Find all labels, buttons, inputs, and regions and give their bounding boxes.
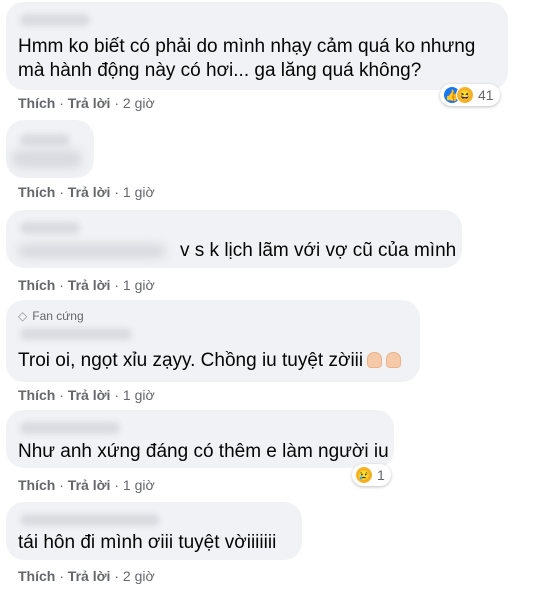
comment-timestamp[interactable]: 1 giờ <box>123 387 155 403</box>
thumbs-up-icon <box>367 352 383 368</box>
comment-actions: Thích · Trả lời · 2 giờ <box>18 568 155 584</box>
separator: · <box>59 568 64 584</box>
comment-actions: Thích · Trả lời · 1 giờ <box>18 387 155 403</box>
like-button[interactable]: Thích <box>18 477 55 493</box>
comment-bubble: Như anh xứng đáng có thêm e làm người iu <box>6 410 394 468</box>
comment-timestamp[interactable]: 1 giờ <box>123 277 155 293</box>
separator: · <box>59 277 64 293</box>
comment-timestamp[interactable]: 1 giờ <box>123 184 155 200</box>
comment-bubble: v s k lịch lãm với vợ cũ của mình <box>6 210 462 268</box>
separator: · <box>59 477 64 493</box>
separator: · <box>114 184 119 200</box>
reaction-count: 41 <box>478 87 494 103</box>
reply-button[interactable]: Trả lời <box>68 184 111 200</box>
blurred-author-name <box>20 222 80 234</box>
comment-bubble: ◇ Fan cứng Troi oi, ngọt xỉu zạyy. Chồng… <box>6 300 420 382</box>
like-button[interactable]: Thích <box>18 95 55 111</box>
separator: · <box>114 568 119 584</box>
comment-actions: Thích · Trả lời · 2 giờ <box>18 95 155 111</box>
comment-text-line: mà hành động này có hơi... ga lăng quá k… <box>18 60 422 81</box>
separator: · <box>114 387 119 403</box>
comment-actions: Thích · Trả lời · 1 giờ <box>18 477 155 493</box>
thumbs-up-icon <box>386 352 402 368</box>
comment-bubble: Hmm ko biết có phải do mình nhạy cảm quá… <box>6 2 508 90</box>
separator: · <box>114 277 119 293</box>
like-button[interactable]: Thích <box>18 568 55 584</box>
reaction-summary[interactable]: 👍 😆 41 <box>440 84 500 106</box>
comment-text: Troi oi, ngọt xỉu zạyy. Chồng iu tuyệt z… <box>18 350 364 371</box>
comment-timestamp[interactable]: 2 giờ <box>123 568 155 584</box>
reaction-summary[interactable]: 😢 1 <box>352 464 391 486</box>
comment-timestamp[interactable]: 1 giờ <box>123 477 155 493</box>
badge-label: Fan cứng <box>32 309 84 323</box>
diamond-icon: ◇ <box>18 309 28 323</box>
top-fan-badge: ◇ Fan cứng <box>18 309 84 323</box>
comment-text-line: tái hôn đi mình ơiii tuyệt vờiiiiiii <box>18 532 277 553</box>
reply-button[interactable]: Trả lời <box>68 95 111 111</box>
comment-bubble <box>6 120 94 178</box>
comment-actions: Thích · Trả lời · 1 giờ <box>18 277 155 293</box>
comment-text-line: Như anh xứng đáng có thêm e làm người iu <box>18 441 389 462</box>
separator: · <box>59 184 64 200</box>
like-button[interactable]: Thích <box>18 277 55 293</box>
comment-text-line: Troi oi, ngọt xỉu zạyy. Chồng iu tuyệt z… <box>18 348 402 373</box>
blurred-author-name <box>20 134 70 146</box>
blurred-author-name <box>20 14 90 26</box>
comment-timestamp[interactable]: 2 giờ <box>123 95 155 111</box>
blurred-author-name <box>20 514 160 526</box>
reply-button[interactable]: Trả lời <box>68 568 111 584</box>
separator: · <box>59 387 64 403</box>
separator: · <box>59 95 64 111</box>
reply-button[interactable]: Trả lời <box>68 387 111 403</box>
separator: · <box>114 477 119 493</box>
blurred-comment-text <box>18 244 166 258</box>
haha-icon: 😆 <box>456 86 474 104</box>
separator: · <box>114 95 119 111</box>
comment-bubble: tái hôn đi mình ơiii tuyệt vờiiiiiii <box>6 502 302 560</box>
reaction-count: 1 <box>377 467 385 483</box>
comment-text-line: v s k lịch lãm với vợ cũ của mình <box>180 240 457 261</box>
like-button[interactable]: Thích <box>18 387 55 403</box>
blurred-author-name <box>20 422 120 434</box>
sad-icon: 😢 <box>355 466 373 484</box>
blurred-author-name <box>20 328 132 340</box>
comment-actions: Thích · Trả lời · 1 giờ <box>18 184 155 200</box>
reply-button[interactable]: Trả lời <box>68 477 111 493</box>
blurred-comment-image <box>12 150 82 168</box>
like-button[interactable]: Thích <box>18 184 55 200</box>
reply-button[interactable]: Trả lời <box>68 277 111 293</box>
comment-text-line: Hmm ko biết có phải do mình nhạy cảm quá… <box>18 36 476 57</box>
